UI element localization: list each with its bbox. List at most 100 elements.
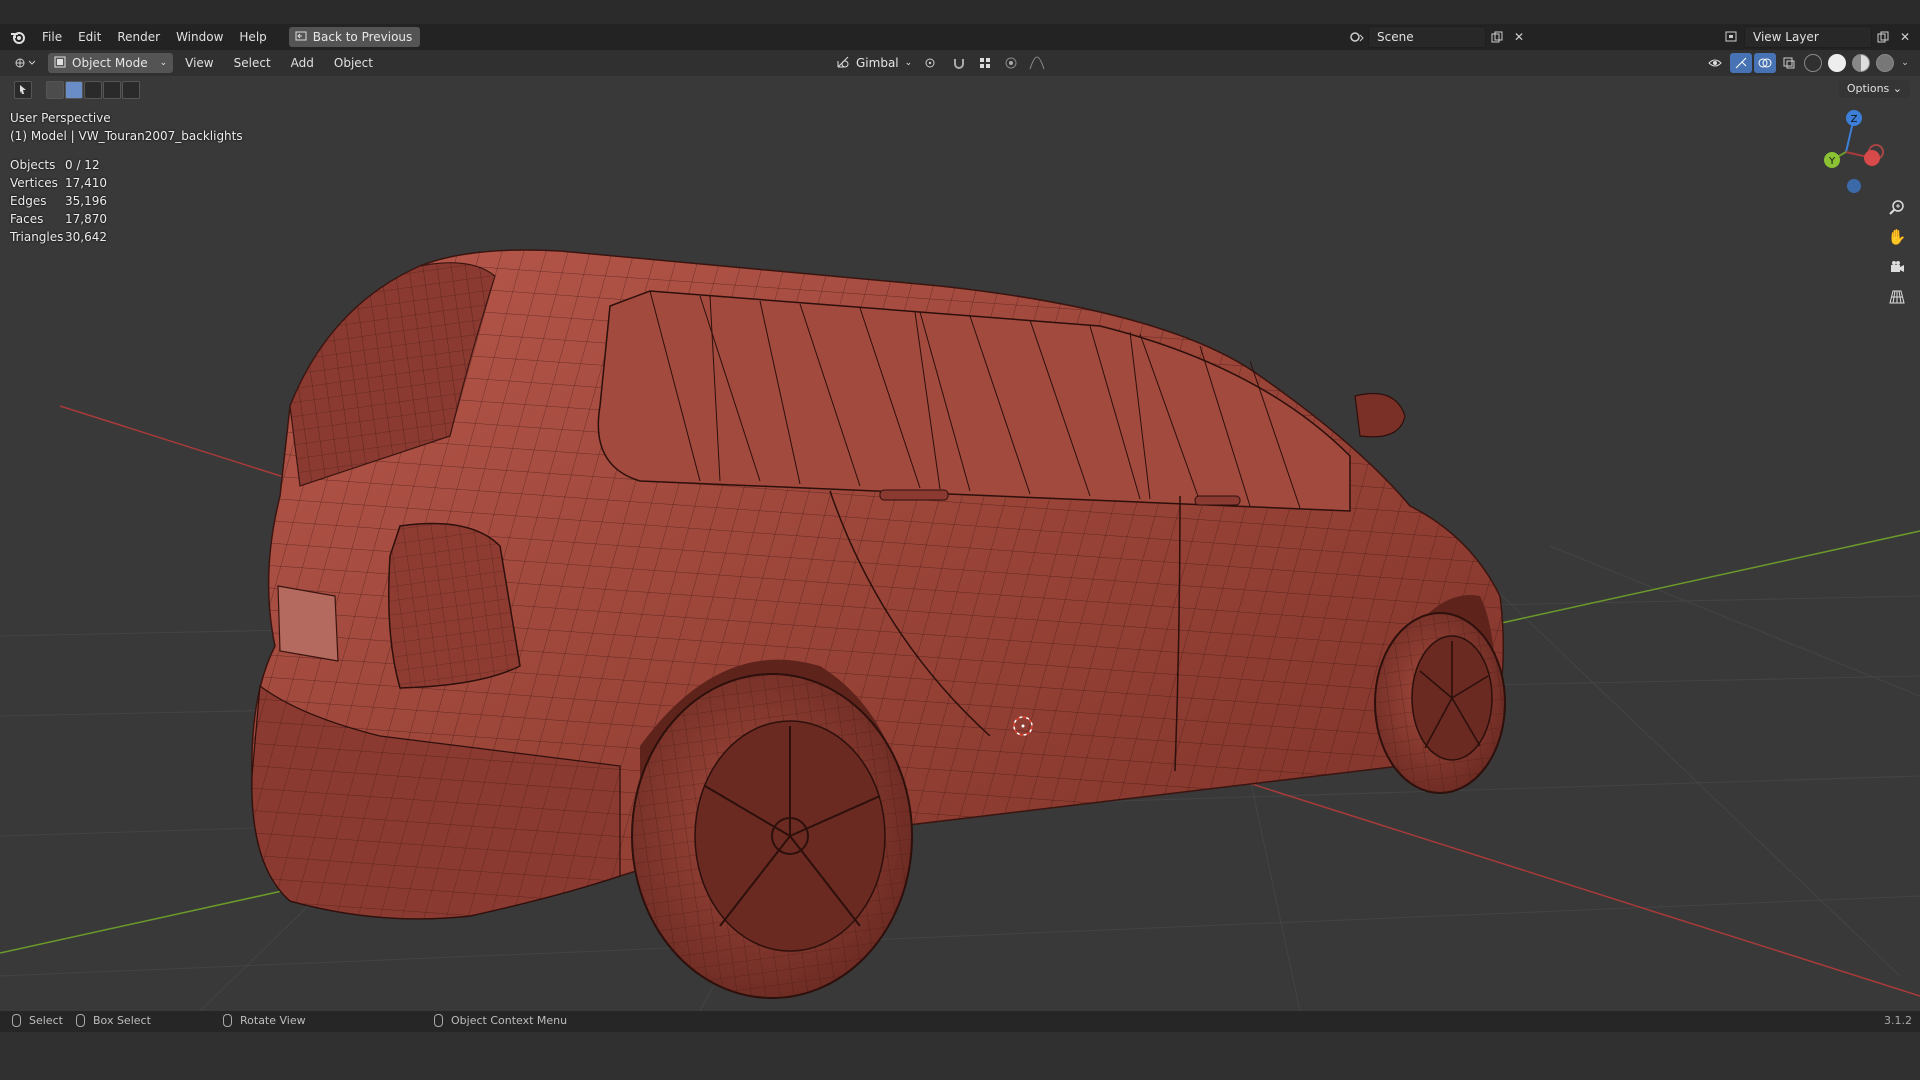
select-invert-icon[interactable] [103,81,121,99]
status-box-select: Box Select [76,1014,151,1027]
stat-label: Triangles [10,230,64,244]
stat-value: 0 / 12 [65,158,100,172]
viewport-header: Object Mode ⌄ View Select Add Object Gim… [0,50,1920,76]
mouse-drag-icon [76,1014,85,1027]
window-bottom-area [0,1032,1920,1080]
remove-view-layer-icon[interactable]: ✕ [1894,27,1916,47]
orientation-label: Gimbal [856,56,899,70]
gizmo-y-label: Y [1828,156,1836,167]
remove-scene-icon[interactable]: ✕ [1508,27,1530,47]
rear-wheel[interactable] [631,673,913,999]
pan-hand-icon[interactable]: ✋ [1884,224,1910,250]
front-wheel[interactable] [1374,612,1506,794]
menu-file[interactable]: File [34,26,70,48]
navigation-gizmo[interactable]: Z Y [1804,106,1894,196]
blender-version: 3.1.2 [1884,1014,1912,1027]
scene-selector-group: Scene ✕ [1346,26,1530,48]
menu-add[interactable]: Add [283,52,322,74]
side-mirror [1354,392,1406,438]
status-select: Select [12,1014,63,1027]
falloff-curve-icon[interactable] [1026,53,1048,73]
zoom-icon[interactable] [1884,194,1910,220]
shading-options-chevron-icon[interactable]: ⌄ [1898,53,1912,73]
scene-browse-icon[interactable] [1346,27,1368,47]
solid-shading-icon[interactable] [1828,54,1846,72]
new-view-layer-icon[interactable] [1872,27,1894,47]
view-layer-browse-icon[interactable] [1722,27,1744,47]
stat-row: Triangles 30,642 [10,228,107,246]
transform-tools: Gimbal ⌄ [830,53,1048,73]
select-extend-icon[interactable] [65,81,83,99]
active-object-info: (1) Model | VW_Touran2007_backlights [10,129,243,143]
editor-type-icon[interactable] [10,53,40,73]
viewport-canvas [0,249,1920,1011]
camera-view-icon[interactable] [1884,254,1910,280]
menu-help[interactable]: Help [231,26,274,48]
status-rotate-view-label: Rotate View [240,1014,306,1027]
stat-label: Objects [10,158,56,172]
status-select-label: Select [29,1014,63,1027]
stat-row: Vertices 17,410 [10,174,107,192]
rendered-shading-icon[interactable] [1876,54,1894,72]
gizmo-z-label: Z [1851,114,1858,125]
object-mode-icon [54,56,66,71]
status-context-menu: Object Context Menu [434,1014,567,1027]
pivot-point-icon[interactable] [922,53,944,73]
stat-row: Faces 17,870 [10,210,107,228]
stat-label: Faces [10,212,44,226]
stat-value: 17,410 [65,176,107,190]
mouse-right-icon [434,1014,443,1027]
scene-statistics: Objects 0 / 12 Vertices 17,410 Edges 35,196… [10,156,107,246]
stat-value: 30,642 [65,230,107,244]
scene-name-field[interactable]: Scene [1368,26,1486,48]
overlays-toggle-icon[interactable] [1754,53,1776,73]
select-new-icon[interactable] [46,81,64,99]
license-plate [277,585,339,662]
select-intersect-icon[interactable] [122,81,140,99]
mouse-middle-icon [223,1014,232,1027]
proportional-editing-icon[interactable] [1000,53,1022,73]
back-to-previous-label: Back to Previous [312,30,413,44]
view-layer-selector-group: View Layer ✕ [1722,26,1916,48]
status-context-menu-label: Object Context Menu [451,1014,568,1027]
orientation-dropdown[interactable]: Gimbal ⌄ [830,53,918,73]
status-bar: Select Box Select Rotate View Object Con… [0,1011,1920,1032]
blender-logo-icon[interactable] [8,27,28,47]
gizmo-toggle-icon[interactable] [1730,53,1752,73]
top-menubar: File Edit Render Window Help Back to Pre… [0,24,1920,50]
new-scene-icon[interactable] [1486,27,1508,47]
chevron-down-icon: ⌄ [904,58,913,68]
perspective-toggle-icon[interactable] [1884,284,1910,310]
menu-window[interactable]: Window [168,26,231,48]
material-shading-icon[interactable] [1852,54,1870,72]
rear-door-handle [879,489,949,501]
status-rotate-view: Rotate View [223,1014,306,1027]
menu-view[interactable]: View [177,52,221,74]
window-top-strip [0,0,1920,24]
3d-viewport[interactable]: Options ⌄ User Perspective (1) Model | V… [0,76,1920,1011]
menu-select[interactable]: Select [226,52,279,74]
mouse-left-icon [12,1014,21,1027]
menu-edit[interactable]: Edit [70,26,109,48]
menu-object[interactable]: Object [326,52,381,74]
view-name: User Perspective [10,111,111,125]
options-dropdown[interactable]: Options ⌄ [1838,80,1910,98]
stat-value: 17,870 [65,212,107,226]
object-mode-dropdown[interactable]: Object Mode ⌄ [48,53,174,73]
wireframe-shading-icon[interactable] [1804,54,1822,72]
front-door-handle [1194,495,1241,506]
back-to-previous-button[interactable]: Back to Previous [288,27,421,47]
object-visibility-icon[interactable] [1706,53,1728,73]
xray-toggle-icon[interactable] [1778,53,1800,73]
view-layer-name-field[interactable]: View Layer [1744,26,1872,48]
select-subtract-icon[interactable] [84,81,102,99]
menu-render[interactable]: Render [109,26,168,48]
viewport-display-tools: ⌄ [1706,53,1912,73]
stat-row: Objects 0 / 12 [10,156,107,174]
snap-toggle-icon[interactable] [948,53,970,73]
snap-increment-icon[interactable] [974,53,996,73]
stat-row: Edges 35,196 [10,192,107,210]
select-tool-icon[interactable] [14,81,32,99]
status-box-select-label: Box Select [93,1014,151,1027]
back-arrow-icon [295,30,307,45]
